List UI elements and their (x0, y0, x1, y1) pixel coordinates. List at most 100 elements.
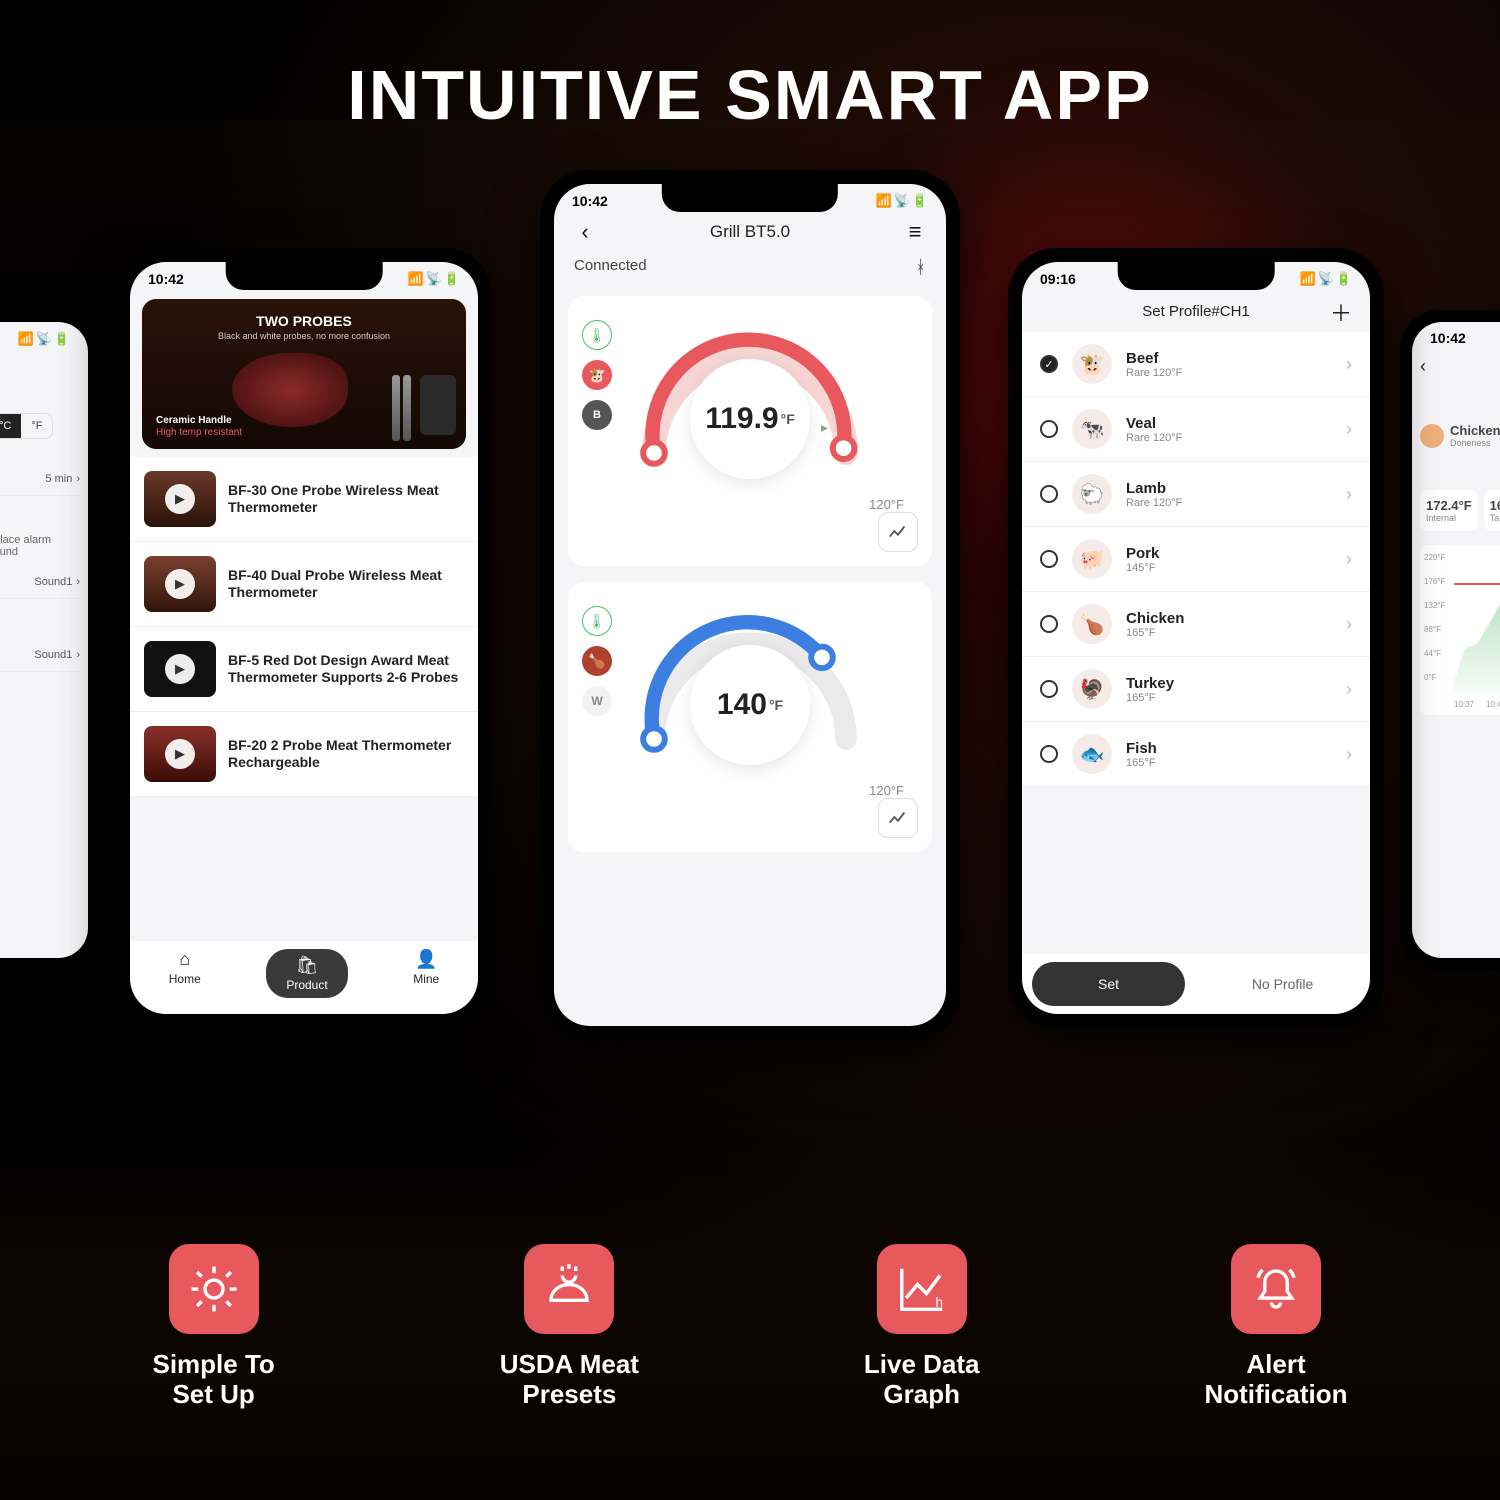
meat-name: Veal (1126, 415, 1332, 432)
hero-banner[interactable]: TWO PROBES Black and white probes, no mo… (142, 299, 466, 449)
y-tick: 44°F (1424, 649, 1441, 658)
turkey-icon (524, 1244, 614, 1334)
thermometer-icon[interactable]: 🌡 (582, 320, 612, 350)
feature-alert: AlertNotification (1204, 1244, 1347, 1410)
person-icon: 👤 (415, 949, 437, 970)
unit-c[interactable]: °C (0, 414, 21, 438)
unit-toggle[interactable]: °C °F (0, 413, 53, 439)
meat-row[interactable]: 🐟 Fish 165°F › (1022, 722, 1370, 787)
gauge-target-2: 120°F (869, 783, 904, 798)
product-label: BF-30 One Probe Wireless Meat Thermomete… (228, 482, 464, 517)
y-tick: 176°F (1424, 577, 1445, 586)
chicken-icon (1420, 424, 1444, 448)
sound-row-1[interactable]: Sound1› (0, 566, 80, 599)
y-tick: 132°F (1424, 601, 1445, 610)
product-item[interactable]: ▶ BF-40 Dual Probe Wireless Meat Thermom… (130, 542, 478, 627)
bluetooth-icon: ᚼ (915, 257, 926, 278)
phone-profiles: 09:16 📶📡🔋 Set Profile#CH1 ＋ 🐮 Beef Rare … (1008, 248, 1384, 1028)
no-profile-button[interactable]: No Profile (1195, 962, 1370, 1006)
product-label: BF-20 2 Probe Meat Thermometer Rechargea… (228, 737, 464, 772)
meat-row[interactable]: 🐮 Beef Rare 120°F › (1022, 332, 1370, 397)
gauge-card-1: 🌡 🐮 B 119.9°F ▸ 120°F (568, 296, 932, 566)
meat-row[interactable]: 🍗 Chicken 165°F › (1022, 592, 1370, 657)
radio[interactable] (1040, 355, 1058, 373)
gauge-value-2: 140°F (690, 645, 810, 765)
meat-name: Lamb (1126, 480, 1332, 497)
tab-mine[interactable]: 👤Mine (413, 949, 439, 998)
gauge-target-1: 120°F (869, 497, 904, 512)
product-label: BF-5 Red Dot Design Award Meat Thermomet… (228, 652, 464, 687)
meat-sub: 165°F (1126, 627, 1332, 639)
gear-icon (169, 1244, 259, 1334)
radio[interactable] (1040, 485, 1058, 503)
tab-bar: ⌂Home 🛍Product 👤Mine (130, 941, 478, 1014)
status-icons: 📶📡🔋 (1297, 270, 1352, 287)
hero-subtitle: Black and white probes, no more confusio… (142, 331, 466, 341)
product-item[interactable]: ▶ BF-20 2 Probe Meat Thermometer Recharg… (130, 712, 478, 797)
product-item[interactable]: ▶ BF-5 Red Dot Design Award Meat Thermom… (130, 627, 478, 712)
chevron-right-icon: › (1346, 549, 1352, 570)
meat-name: Pork (1126, 545, 1332, 562)
live-graph[interactable]: 220°F176°F132°F88°F44°F0°F 10:37 10:43 (1420, 545, 1500, 715)
menu-button[interactable]: ≡ (902, 219, 928, 245)
thermometer-icon[interactable]: 🌡 (582, 606, 612, 636)
radio[interactable] (1040, 550, 1058, 568)
hero-tag: Ceramic HandleHigh temp resistant (156, 415, 242, 439)
chart-button-2[interactable] (878, 798, 918, 838)
meat-row[interactable]: 🦃 Turkey 165°F › (1022, 657, 1370, 722)
home-icon: ⌂ (179, 949, 190, 970)
alarm-section-label: eplace alarm sound (0, 496, 80, 566)
play-icon: ▶ (165, 484, 195, 514)
set-button[interactable]: Set (1032, 962, 1185, 1006)
meat-type-icon: 🐄 (1072, 409, 1112, 449)
meat-type-icon: 🦃 (1072, 669, 1112, 709)
status-time: 10:42 (148, 271, 184, 287)
add-profile-button[interactable]: ＋ (1330, 296, 1352, 328)
meat-type-icon: 🐟 (1072, 734, 1112, 774)
tab-product[interactable]: 🛍Product (266, 949, 347, 998)
product-item[interactable]: ▶ BF-30 One Probe Wireless Meat Thermome… (130, 457, 478, 542)
radio[interactable] (1040, 420, 1058, 438)
chart-button-1[interactable] (878, 512, 918, 552)
meat-row[interactable]: 🐑 Lamb Rare 120°F › (1022, 462, 1370, 527)
play-icon: ▶ (165, 654, 195, 684)
meat-row[interactable]: 🐄 Veal Rare 120°F › (1022, 397, 1370, 462)
sound-row-2[interactable]: Sound1› (0, 639, 80, 672)
y-tick: 0°F (1424, 673, 1437, 682)
meat-row[interactable]: 🐖 Pork 145°F › (1022, 527, 1370, 592)
probe-b-badge[interactable]: B (582, 400, 612, 430)
y-tick: 88°F (1424, 625, 1441, 634)
product-thumbnail: ▶ (144, 726, 216, 782)
tab-home[interactable]: ⌂Home (169, 949, 201, 998)
radio[interactable] (1040, 615, 1058, 633)
bag-icon: 🛍 (296, 955, 319, 976)
interval-row[interactable]: 5 min› (0, 463, 80, 496)
target-value-card: 16 Ta (1484, 490, 1500, 531)
product-thumbnail: ▶ (144, 471, 216, 527)
chevron-right-icon: › (1346, 679, 1352, 700)
phone-dashboard: 10:42 📶📡🔋 ‹ Grill BT5.0 ≡ Connected ᚼ 🌡 … (540, 170, 960, 1040)
meat-icon[interactable]: 🍗 (582, 646, 612, 676)
radio[interactable] (1040, 680, 1058, 698)
meat-icon[interactable]: 🐮 (582, 360, 612, 390)
status-icons: 📶📡🔋 (15, 330, 70, 347)
unit-f[interactable]: °F (21, 414, 52, 438)
y-tick: 220°F (1424, 553, 1445, 562)
meat-name: Fish (1126, 740, 1332, 757)
radio[interactable] (1040, 745, 1058, 763)
status-icons: 📶📡🔋 (873, 192, 928, 209)
meat-type-icon: 🐮 (1072, 344, 1112, 384)
chevron-right-icon: › (1346, 484, 1352, 505)
probe-w-badge[interactable]: W (582, 686, 612, 716)
bell-icon (1231, 1244, 1321, 1334)
screen-title: Grill BT5.0 (710, 222, 790, 242)
status-time: 10:42 (572, 193, 608, 209)
back-button[interactable]: ‹ (572, 219, 598, 245)
gauge-value-1: 119.9°F ▸ (690, 359, 810, 479)
back-button[interactable]: ‹ (1420, 356, 1500, 377)
status-time: 09:16 (1040, 271, 1076, 287)
product-thumbnail: ▶ (144, 641, 216, 697)
internal-value-card: 172.4°F Internal (1420, 490, 1478, 531)
graph-meat-header: Chicken Doneness (1420, 423, 1500, 448)
chart-icon: h (877, 1244, 967, 1334)
